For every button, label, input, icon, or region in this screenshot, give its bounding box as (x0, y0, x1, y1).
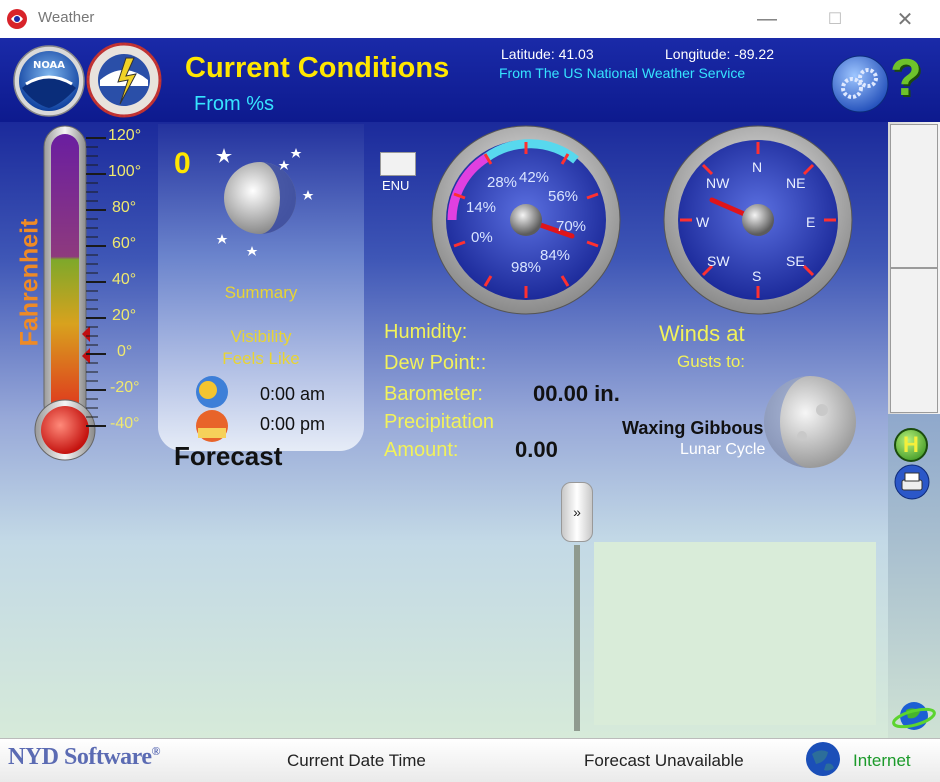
humidity-tick-label: 14% (466, 199, 497, 216)
compass-label-sw: SW (707, 253, 730, 269)
temperature-unit-label: Fahrenheit (15, 218, 44, 347)
noaa-logo-text: NOAA (33, 60, 65, 71)
current-temperature: 0 (174, 147, 191, 180)
nws-logo (86, 42, 162, 118)
brand-logo: NYD Software® (8, 744, 161, 771)
forecast-heading: Forecast (174, 441, 283, 471)
sunset-icon (196, 410, 228, 442)
temp-tick-label: 40° (112, 271, 137, 288)
settings-gear-icon[interactable] (830, 54, 890, 114)
moon-phase-label: Waxing Gibbous (622, 418, 764, 438)
right-tab-middle[interactable] (890, 268, 938, 413)
page-title: Current Conditions (185, 52, 450, 84)
precipitation-label: Precipitation (384, 411, 495, 433)
temp-tick-label: 0° (117, 343, 133, 360)
wind-compass (663, 125, 853, 315)
temp-tick-label: 80° (112, 199, 137, 216)
humidity-tick-label: 42% (519, 169, 550, 186)
barometer-value: 00.00 in. (533, 381, 620, 406)
humidity-tick-label: 70% (556, 218, 587, 235)
humidity-tick-label: 84% (540, 247, 571, 264)
right-tab-bottom (888, 414, 940, 738)
chevron-down-icon: » (573, 504, 581, 520)
latitude-text: Latitude: 41.03 (501, 46, 594, 62)
humidity-label: Humidity: (384, 321, 468, 343)
thermometer-scale (86, 137, 106, 427)
temp-tick-label: -40° (110, 415, 140, 432)
summary-text: Summary (224, 283, 298, 302)
humidity-gauge (431, 125, 621, 315)
current-date-time: Current Date Time (287, 751, 426, 770)
window-title: Weather (38, 9, 95, 26)
temp-tick-label: -20° (110, 379, 140, 396)
longitude-text: Longitude: -89.22 (665, 46, 774, 62)
title-bar (0, 0, 940, 38)
compass-label-w: W (696, 214, 710, 230)
sunrise-time: 0:00 am (260, 384, 326, 404)
maximize-button[interactable]: ☐ (812, 4, 858, 34)
temp-tick-label: 120° (108, 127, 142, 144)
forecast-status: Forecast Unavailable (584, 751, 744, 770)
globe-icon (806, 742, 840, 776)
lunar-cycle-label: Lunar Cycle (680, 441, 766, 458)
humidity-tick-label: 98% (511, 259, 542, 276)
globe-orbit-icon[interactable] (892, 696, 936, 736)
close-button[interactable]: ✕ (882, 4, 928, 34)
humidity-tick-label: 0% (471, 229, 493, 246)
source-text: From The US National Weather Service (499, 65, 746, 81)
compass-label-nw: NW (706, 175, 730, 191)
enu-flag-icon[interactable] (380, 152, 416, 176)
forecast-panel (594, 542, 876, 725)
noaa-logo: NOAA (13, 45, 85, 117)
barometer-label: Barometer: (384, 383, 483, 405)
winds-label: Winds at (659, 321, 745, 346)
help-button[interactable]: H (894, 428, 928, 462)
right-tab-top[interactable] (890, 124, 938, 268)
compass-label-ne: NE (786, 175, 806, 191)
humidity-tick-label: 56% (548, 188, 579, 205)
compass-label-e: E (806, 214, 816, 230)
night-sky-icon (216, 148, 314, 256)
temp-tick-label: 60° (112, 235, 137, 252)
enu-label: ENU (382, 178, 410, 193)
printer-icon[interactable] (894, 464, 930, 500)
visibility-text: Visibility (230, 327, 292, 346)
compass-label-s: S (752, 268, 762, 284)
moon-phase-icon (764, 376, 856, 468)
page-subtitle: From %s (194, 93, 274, 115)
sunset-time: 0:00 pm (260, 414, 326, 434)
humidity-tick-label: 28% (487, 174, 518, 191)
connection-status: Internet (853, 751, 911, 770)
temp-tick-label: 100° (108, 163, 142, 180)
forecast-scroll-track[interactable] (574, 545, 580, 731)
compass-label-se: SE (786, 253, 805, 269)
minimize-button[interactable]: — (744, 4, 790, 34)
app-icon (7, 9, 27, 29)
dew-point-label: Dew Point:: (384, 352, 487, 374)
gusts-label: Gusts to: (677, 352, 746, 371)
temp-tick-label: 20° (112, 307, 137, 324)
compass-label-n: N (752, 159, 763, 175)
precip-amount-value: 0.00 (515, 437, 558, 462)
feels-like-text: Feels Like (222, 349, 300, 368)
sunrise-icon (196, 376, 228, 408)
help-question-icon[interactable]: ? (890, 48, 922, 108)
brand-name: NYD Software (8, 744, 152, 770)
brand-mark: ® (151, 744, 161, 758)
precip-amount-label: Amount: (384, 439, 459, 461)
expand-forecast-button[interactable]: » (561, 482, 593, 542)
